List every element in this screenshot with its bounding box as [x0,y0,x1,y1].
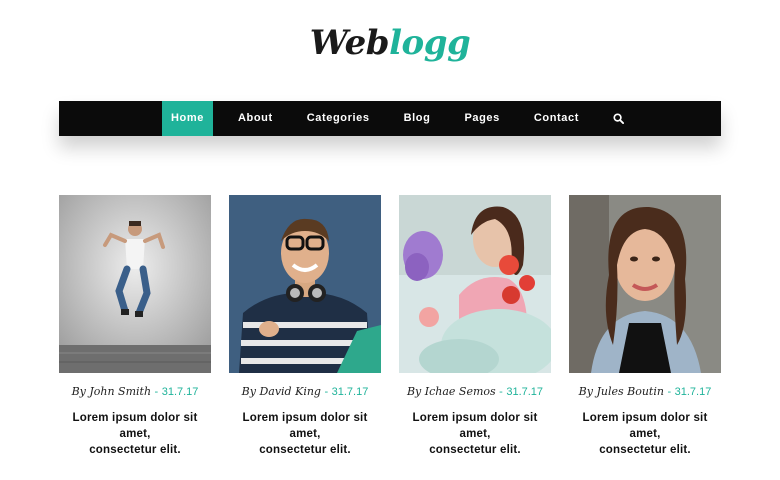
meta-separator: - [154,386,159,398]
nav-item-about[interactable]: About [213,101,290,136]
post-meta: By Jules Boutin - 31.7.17 [569,385,721,398]
excerpt-line: consectetur elit. [599,444,691,456]
search-button[interactable] [596,101,637,136]
post-card: By Ichae Semos - 31.7.17 Lorem ipsum dol… [399,195,551,458]
post-author[interactable]: By Ichae Semos [407,385,496,398]
logo-text-logg: logg [389,23,471,63]
search-icon [613,113,625,124]
post-image-woman-flowers[interactable] [399,195,551,373]
post-date: 31.7.17 [331,386,369,398]
meta-separator: - [499,386,503,398]
nav-item-blog[interactable]: Blog [387,101,448,136]
nav-item-categories[interactable]: Categories [290,101,387,136]
post-author[interactable]: By David King [242,385,321,398]
excerpt-line: Lorem ipsum dolor sit amet, [242,412,368,440]
nav-item-home[interactable]: Home [162,101,213,136]
post-excerpt[interactable]: Lorem ipsum dolor sit amet, consectetur … [59,410,211,458]
excerpt-line: consectetur elit. [259,444,351,456]
post-meta: By David King - 31.7.17 [229,385,381,398]
post-excerpt[interactable]: Lorem ipsum dolor sit amet, consectetur … [229,410,381,458]
post-image-smiling-woman[interactable] [569,195,721,373]
post-excerpt[interactable]: Lorem ipsum dolor sit amet, consectetur … [569,410,721,458]
post-card: By David King - 31.7.17 Lorem ipsum dolo… [229,195,381,458]
post-author[interactable]: By Jules Boutin [579,385,664,398]
post-excerpt[interactable]: Lorem ipsum dolor sit amet, consectetur … [399,410,551,458]
excerpt-line: Lorem ipsum dolor sit amet, [582,412,708,440]
meta-separator: - [324,386,329,398]
excerpt-line: Lorem ipsum dolor sit amet, [72,412,198,440]
excerpt-line: consectetur elit. [89,444,181,456]
site-logo[interactable]: Weblogg [0,18,780,68]
main-navigation: Home About Categories Blog Pages Contact [59,101,721,136]
post-meta: By Ichae Semos - 31.7.17 [399,385,551,398]
nav-menu: Home About Categories Blog Pages Contact [162,101,637,136]
post-card: By Jules Boutin - 31.7.17 Lorem ipsum do… [569,195,721,458]
post-author[interactable]: By John Smith [72,385,151,398]
post-image-jumping-man[interactable] [59,195,211,373]
post-card: By John Smith - 31.7.17 Lorem ipsum dolo… [59,195,211,458]
post-image-student[interactable] [229,195,381,373]
nav-item-contact[interactable]: Contact [517,101,596,136]
post-date: 31.7.17 [161,386,199,398]
logo-text-web: Web [309,23,390,63]
excerpt-line: Lorem ipsum dolor sit amet, [412,412,538,440]
post-date: 31.7.17 [674,386,712,398]
meta-separator: - [667,386,672,398]
excerpt-line: consectetur elit. [429,444,521,456]
post-date: 31.7.17 [506,386,544,398]
nav-item-pages[interactable]: Pages [447,101,516,136]
post-meta: By John Smith - 31.7.17 [59,385,211,398]
